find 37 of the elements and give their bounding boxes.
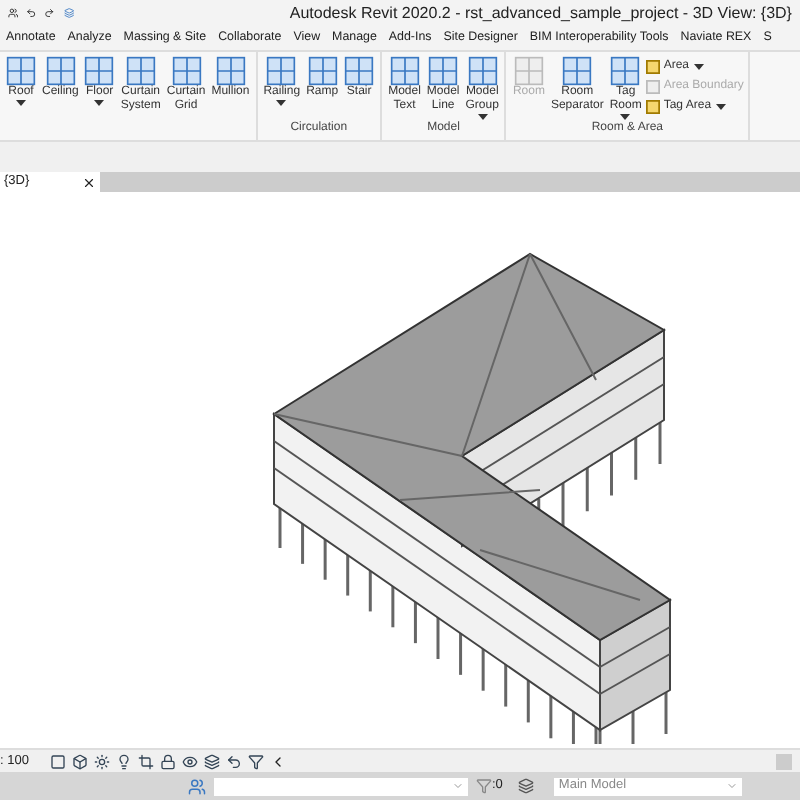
- grid-icon: [125, 56, 156, 86]
- filter-icon[interactable]: [248, 753, 265, 769]
- sun-icon[interactable]: [94, 753, 111, 769]
- close-icon[interactable]: [82, 175, 96, 189]
- square-icon: [645, 100, 660, 114]
- grid-icon: [6, 56, 36, 86]
- grid-icon: [562, 56, 593, 86]
- square-icon: [645, 80, 660, 94]
- undo-icon[interactable]: [226, 753, 243, 769]
- square-icon: [645, 60, 660, 74]
- redo-icon[interactable]: [44, 4, 56, 22]
- grid-icon: [84, 56, 115, 86]
- grid-icon: [428, 56, 459, 86]
- window-title: Autodesk Revit 2020.2 - rst_advanced_sample_project - 3D View: {3D}: [289, 1, 792, 25]
- grid-icon: [389, 56, 420, 86]
- scrollbar-thumb[interactable]: [776, 753, 792, 769]
- undo-icon[interactable]: [26, 4, 37, 22]
- grid-icon: [467, 56, 498, 86]
- grid-icon: [307, 56, 338, 86]
- grid-icon: [215, 56, 246, 86]
- grid-icon: [344, 56, 375, 86]
- eye-icon[interactable]: [182, 753, 199, 769]
- grid-icon: [266, 56, 297, 86]
- caret-icon: [452, 780, 464, 792]
- layers-icon[interactable]: [518, 778, 535, 794]
- workset-field[interactable]: [214, 777, 468, 795]
- users-icon[interactable]: [8, 4, 19, 22]
- grid-icon: [45, 56, 76, 86]
- caret-icon: [726, 780, 739, 792]
- square-icon[interactable]: [50, 753, 67, 769]
- grid-icon: [171, 56, 202, 86]
- cube-icon[interactable]: [72, 753, 89, 769]
- layers-icon[interactable]: [204, 753, 221, 769]
- crop-icon[interactable]: [138, 753, 155, 769]
- lightbulb-icon[interactable]: [116, 753, 133, 769]
- grid-icon: [610, 56, 641, 86]
- lock-icon[interactable]: [160, 753, 177, 769]
